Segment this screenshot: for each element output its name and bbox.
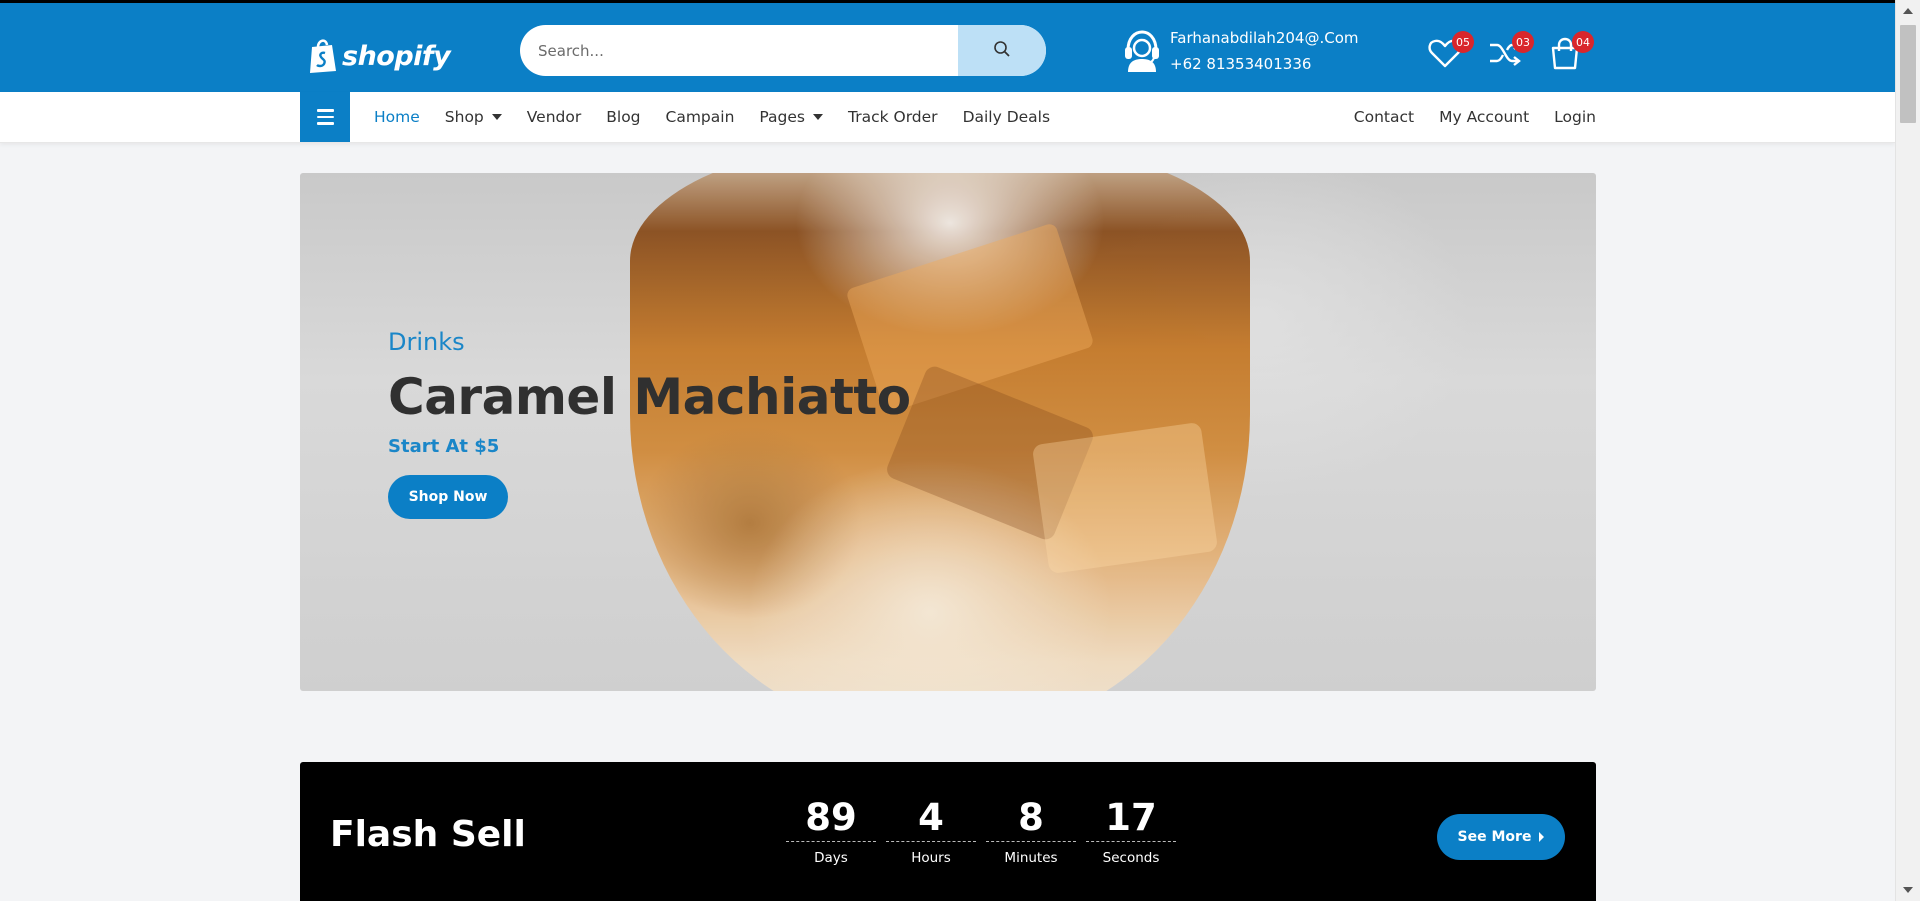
countdown-label: Seconds — [1102, 850, 1160, 866]
scroll-thumb[interactable] — [1900, 25, 1916, 123]
scroll-up-arrow-icon[interactable] — [1903, 8, 1913, 14]
shopping-bag-icon — [308, 37, 338, 75]
brand-logo[interactable]: shopify — [308, 37, 451, 75]
nav-pages[interactable]: Pages — [759, 108, 824, 126]
see-more-label: See More — [1457, 829, 1532, 845]
countdown-label: Days — [814, 850, 848, 866]
nav-vendor[interactable]: Vendor — [527, 108, 581, 126]
countdown-value: 8 — [986, 792, 1076, 842]
nav-my-account[interactable]: My Account — [1439, 108, 1529, 126]
countdown-timer: 89 Days 4 Hours 8 Minutes 17 Seconds — [786, 792, 1176, 866]
search-bar — [520, 25, 1046, 76]
caret-right-icon — [1539, 832, 1545, 842]
nav-home[interactable]: Home — [374, 108, 420, 126]
contact-phone[interactable]: +62 81353401336 — [1170, 51, 1358, 77]
headset-support-icon — [1122, 28, 1162, 74]
countdown-label: Minutes — [1004, 850, 1058, 866]
countdown-value: 17 — [1086, 792, 1176, 842]
hero-title: Caramel Machiatto — [388, 368, 911, 426]
shopping-bag-icon — [1548, 37, 1582, 75]
contact-email[interactable]: Farhanabdilah204@.Com — [1170, 25, 1358, 51]
nav-blog[interactable]: Blog — [606, 108, 640, 126]
nav-campain[interactable]: Campain — [666, 108, 735, 126]
contact-info: Farhanabdilah204@.Com +62 81353401336 — [1122, 25, 1358, 77]
wishlist-button[interactable]: 05 — [1428, 31, 1474, 73]
countdown-label: Hours — [911, 850, 951, 866]
hamburger-menu-icon[interactable] — [300, 92, 350, 142]
see-more-button[interactable]: See More — [1437, 814, 1565, 860]
nav-track-order[interactable]: Track Order — [848, 108, 938, 126]
flash-sell-title: Flash Sell — [330, 814, 526, 855]
countdown-days: 89 Days — [786, 792, 876, 866]
heart-icon — [1428, 39, 1462, 73]
nav-contact[interactable]: Contact — [1354, 108, 1414, 126]
brand-name: shopify — [342, 40, 451, 72]
compare-count-badge: 03 — [1512, 31, 1534, 53]
wishlist-count-badge: 05 — [1452, 31, 1474, 53]
nav-shop-label: Shop — [444, 108, 484, 126]
shuffle-icon — [1488, 40, 1522, 73]
hero-banner: Drinks Caramel Machiatto Start At $5 Sho… — [300, 173, 1596, 691]
page-scrollbar[interactable] — [1895, 0, 1920, 901]
hero-price: Start At $5 — [388, 436, 500, 457]
nav-pages-label: Pages — [759, 108, 806, 126]
main-navbar: Home Shop Vendor Blog Campain Pages Trac… — [0, 92, 1895, 143]
countdown-hours: 4 Hours — [886, 792, 976, 866]
cart-button[interactable]: 04 — [1548, 31, 1594, 71]
countdown-minutes: 8 Minutes — [986, 792, 1076, 866]
flash-sell-section: Flash Sell 89 Days 4 Hours 8 Minutes 17 … — [300, 762, 1596, 901]
compare-button[interactable]: 03 — [1488, 31, 1534, 73]
site-header: shopify Farhanabdilah204@.Com +62 813534… — [0, 3, 1895, 92]
cart-count-badge: 04 — [1572, 31, 1594, 53]
scroll-down-arrow-icon[interactable] — [1903, 887, 1913, 893]
nav-login[interactable]: Login — [1554, 108, 1596, 126]
caret-down-icon — [813, 114, 824, 120]
nav-daily-deals[interactable]: Daily Deals — [963, 108, 1051, 126]
search-input[interactable] — [538, 25, 938, 76]
countdown-seconds: 17 Seconds — [1086, 792, 1176, 866]
search-icon — [993, 40, 1011, 62]
shop-now-button[interactable]: Shop Now — [388, 475, 508, 519]
hero-category: Drinks — [388, 328, 465, 356]
caret-down-icon — [491, 114, 502, 120]
countdown-value: 89 — [786, 792, 876, 842]
ice-highlight — [1031, 421, 1219, 575]
nav-shop[interactable]: Shop — [445, 108, 502, 126]
search-button[interactable] — [958, 25, 1046, 76]
countdown-value: 4 — [886, 792, 976, 842]
